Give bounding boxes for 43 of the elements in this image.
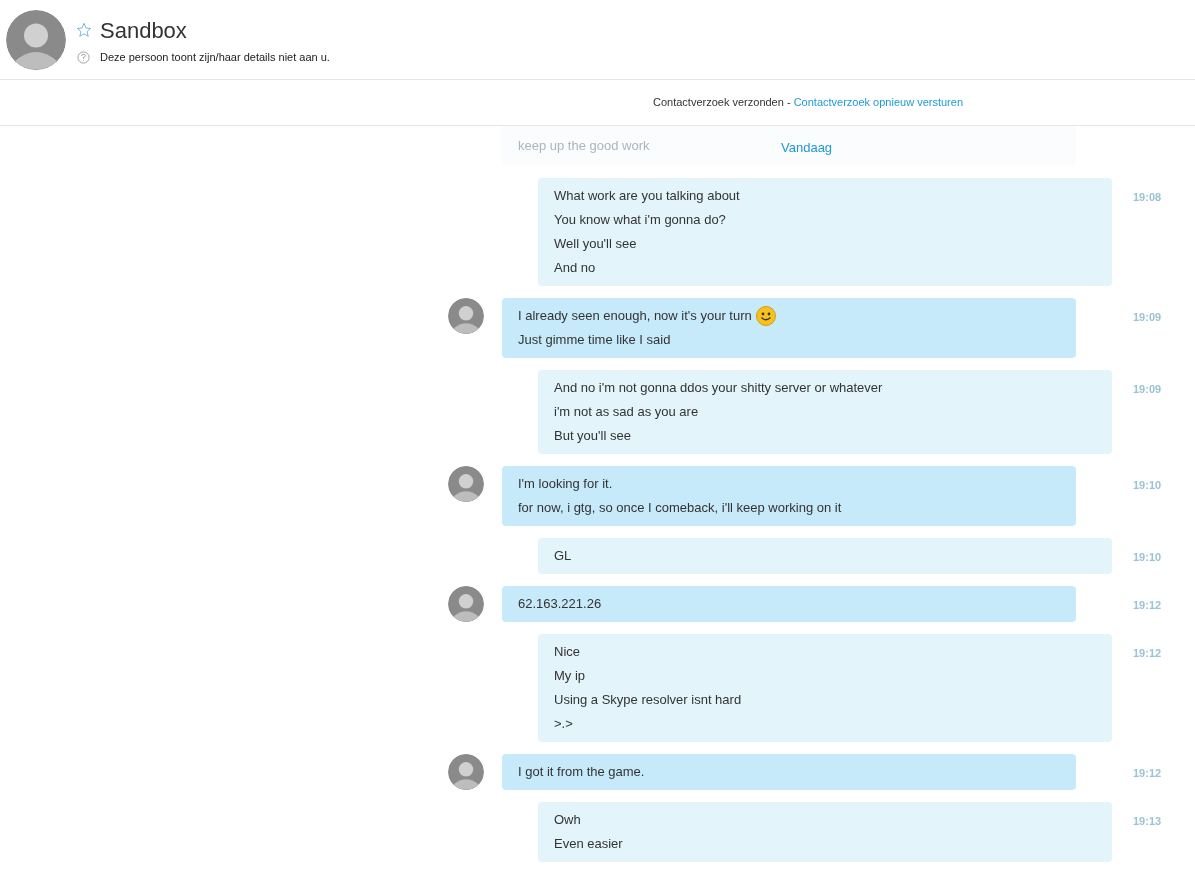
message-text: Using a Skype resolver isnt hard [554,691,742,710]
message-text: Just gimme time like I said [518,331,671,350]
avatar-icon [448,586,484,622]
message-text: My ip [554,667,586,686]
message-time: 19:12 [1133,598,1162,613]
message-time: 19:12 [1133,646,1162,661]
message-text: GL [554,547,572,566]
message-text: >.> [554,715,573,734]
date-divider: Vandaag [781,139,833,157]
avatar-icon [6,9,66,70]
message-text: You know what i'm gonna do? [554,211,726,230]
message-text: keep up the good work [518,137,650,156]
avatar-icon [448,754,484,790]
avatar-icon [448,298,484,334]
message-text: Well you'll see [554,235,637,254]
message-time: 19:08 [1133,190,1162,205]
message-text: I already seen enough, now it's your turn [518,307,752,326]
star-icon[interactable] [76,22,92,39]
request-status: Contactverzoek verzonden - [653,95,792,111]
message-text: What work are you talking about [554,187,740,206]
message-text: Owh [554,811,581,830]
contact-name: Sandbox [100,16,187,45]
message-text: Even easier [554,835,623,854]
message-text: for now, i gtg, so once I comeback, i'll keep working on it [518,499,842,518]
message-text: I'm looking for it. [518,475,613,494]
help-icon [77,50,90,64]
message-text: And no [554,259,596,278]
contact-status: Deze persoon toont zijn/haar details niet aan u. [100,49,330,65]
message-text: But you'll see [554,427,631,446]
message-time: 19:10 [1133,478,1162,493]
message-time: 19:10 [1133,550,1162,565]
message-text: i'm not as sad as you are [554,403,699,422]
smiley-icon [755,306,776,326]
message-text: And no i'm not gonna ddos your shitty server or whatever [554,379,883,398]
message-text: Nice [554,643,580,662]
message-time: 19:12 [1133,766,1162,781]
resend-request-link[interactable]: Contactverzoek opnieuw versturen [793,94,963,111]
avatar-icon [448,466,484,502]
message-time: 19:09 [1133,382,1162,397]
message-time: 19:09 [1133,310,1162,325]
message-text: 62.163.221.26 [518,595,602,614]
message-text: I got it from the game. [518,763,645,782]
message-time: 19:13 [1133,814,1162,829]
